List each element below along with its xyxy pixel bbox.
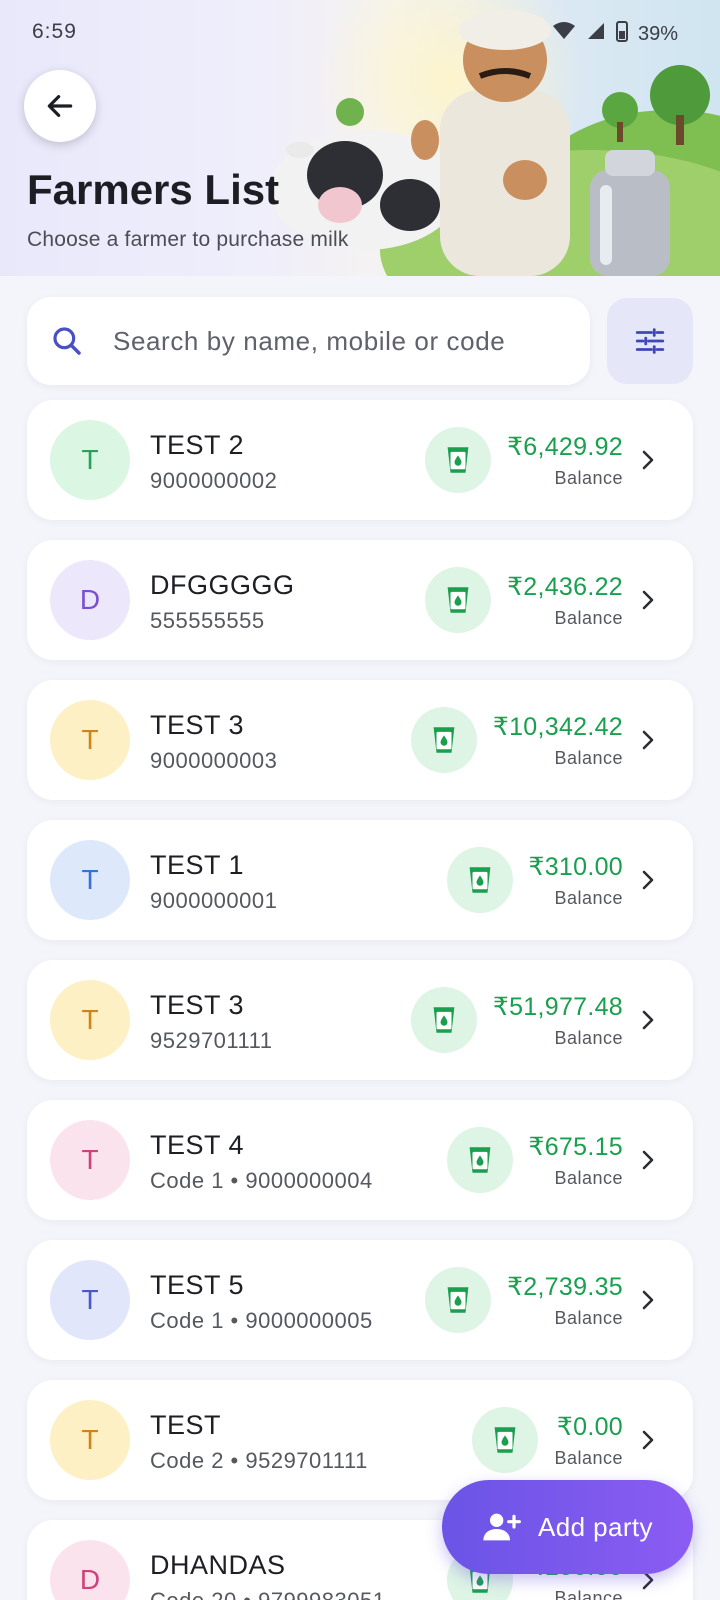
milk-glass-icon <box>433 1007 455 1033</box>
avatar: D <box>50 1540 130 1600</box>
avatar: T <box>50 1400 130 1480</box>
balance-amount: ₹51,977.48 <box>492 992 623 1021</box>
balance-label: Balance <box>554 1167 623 1188</box>
balance-label: Balance <box>554 467 623 488</box>
farmer-details: 9000000002 <box>150 468 278 493</box>
add-party-button[interactable]: Add party <box>442 1480 693 1574</box>
farmer-name: TEST 5 <box>150 1270 245 1300</box>
avatar: T <box>50 420 130 500</box>
chevron-right-icon <box>633 1005 663 1035</box>
milk-glass-icon <box>469 867 490 893</box>
milk-glass-icon <box>447 587 469 613</box>
milk-purchase-button[interactable] <box>425 1267 492 1333</box>
farmer-card[interactable]: T TEST 3 9000000003 ₹10,342.42 Balance <box>27 680 693 800</box>
balance-label: Balance <box>554 1027 623 1048</box>
balance-amount: ₹10,342.42 <box>492 712 623 741</box>
balance-label: Balance <box>554 747 623 768</box>
battery-icon <box>615 20 628 48</box>
milk-purchase-button[interactable] <box>410 707 477 773</box>
milk-glass-icon <box>447 447 469 473</box>
balance-amount: ₹675.15 <box>528 1132 623 1161</box>
balance-amount: ₹0.00 <box>556 1412 623 1441</box>
milk-glass-icon <box>433 727 455 753</box>
balance-label: Balance <box>554 887 623 908</box>
page-subtitle: Choose a farmer to purchase milk <box>27 228 349 251</box>
status-icons: 39% <box>552 20 678 48</box>
battery-level: 39% <box>637 22 678 45</box>
milk-purchase-button[interactable] <box>425 567 492 633</box>
person-add-icon <box>483 1513 521 1541</box>
header-banner: 6:59 39% Farmers List Choose a farmer to… <box>0 0 720 276</box>
balance-label: Balance <box>554 607 623 628</box>
chevron-right-icon <box>633 725 663 755</box>
farmer-name: TEST 3 <box>150 710 245 740</box>
balance-label: Balance <box>554 1447 623 1468</box>
chevron-right-icon <box>633 445 663 475</box>
farmer-name: TEST <box>150 1410 222 1440</box>
milk-purchase-button[interactable] <box>410 987 477 1053</box>
chevron-right-icon <box>633 865 663 895</box>
avatar: T <box>50 840 130 920</box>
farmer-card[interactable]: T TEST 1 9000000001 ₹310.00 Balance <box>27 820 693 940</box>
farmer-details: 9529701111 <box>150 1028 273 1053</box>
search-placeholder: Search by name, mobile or code <box>113 325 506 356</box>
chevron-right-icon <box>633 585 663 615</box>
farmer-name: DFGGGGG <box>150 570 295 600</box>
farmer-details: Code 2 • 9529701111 <box>150 1448 368 1473</box>
avatar: T <box>50 1120 130 1200</box>
milk-glass-icon <box>469 1147 490 1173</box>
milk-purchase-button[interactable] <box>446 847 513 913</box>
farmer-details: 9000000003 <box>150 748 278 773</box>
farmer-card[interactable]: T TEST 5 Code 1 • 9000000005 ₹2,739.35 Ba… <box>27 1240 693 1360</box>
chevron-right-icon <box>633 1285 663 1315</box>
status-time: 6:59 <box>32 20 77 43</box>
milk-purchase-button[interactable] <box>472 1407 539 1473</box>
add-party-label: Add party <box>538 1511 653 1542</box>
milk-glass-icon <box>447 1287 469 1313</box>
avatar: T <box>50 980 130 1060</box>
milk-purchase-button[interactable] <box>425 427 492 493</box>
page-title: Farmers List <box>27 166 280 213</box>
chevron-right-icon <box>633 1425 663 1455</box>
balance-amount: ₹2,739.35 <box>507 1272 623 1301</box>
back-button[interactable] <box>24 70 96 142</box>
farmer-card[interactable]: T TEST 4 Code 1 • 9000000004 ₹675.15 Bala… <box>27 1100 693 1220</box>
milk-glass-icon <box>495 1427 516 1453</box>
farmer-name: TEST 1 <box>150 850 245 880</box>
balance-amount: ₹2,436.22 <box>507 572 623 601</box>
chevron-right-icon <box>633 1145 663 1175</box>
search-icon <box>53 327 81 355</box>
farmer-details: 555555555 <box>150 608 265 633</box>
filter-button[interactable] <box>607 298 693 384</box>
wifi-icon <box>552 21 576 47</box>
balance-amount: ₹6,429.92 <box>507 432 623 461</box>
farmer-details: Code 20 • 9799983051 <box>150 1588 385 1600</box>
farmer-name: TEST 2 <box>150 430 245 460</box>
farmer-name: TEST 3 <box>150 990 245 1020</box>
signal-icon <box>586 21 606 47</box>
search-input[interactable]: Search by name, mobile or code <box>27 297 590 385</box>
avatar: T <box>50 700 130 780</box>
sliders-icon <box>635 328 665 354</box>
avatar: D <box>50 560 130 640</box>
milk-purchase-button[interactable] <box>446 1127 513 1193</box>
farmer-details: 9000000001 <box>150 888 278 913</box>
balance-amount: ₹310.00 <box>528 852 623 881</box>
farmer-card[interactable]: T TEST 3 9529701111 ₹51,977.48 Balance <box>27 960 693 1080</box>
balance-label: Balance <box>554 1587 623 1600</box>
farmer-name: TEST 4 <box>150 1130 245 1160</box>
farmer-details: Code 1 • 9000000004 <box>150 1168 373 1193</box>
farmer-card[interactable]: T TEST 2 9000000002 ₹6,429.92 Balance <box>27 400 693 520</box>
arrow-left-icon <box>47 95 73 117</box>
avatar: T <box>50 1260 130 1340</box>
balance-label: Balance <box>554 1307 623 1328</box>
farmer-details: Code 1 • 9000000005 <box>150 1308 373 1333</box>
farmer-name: DHANDAS <box>150 1550 286 1580</box>
farmer-card[interactable]: D DFGGGGG 555555555 ₹2,436.22 Balance <box>27 540 693 660</box>
